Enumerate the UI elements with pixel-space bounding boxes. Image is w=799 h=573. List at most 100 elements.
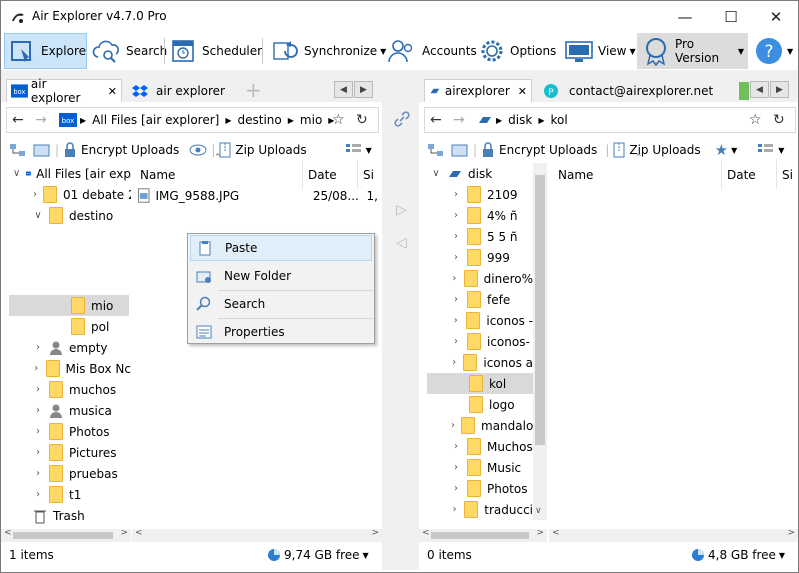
tree-item-disk[interactable]: ∨ disk — [431, 163, 541, 184]
chevron-down-icon[interactable]: ∨ — [33, 210, 43, 221]
breadcrumb-item[interactable]: destino — [238, 113, 282, 127]
chevron-right-icon[interactable]: › — [33, 405, 43, 416]
chevron-right-icon[interactable]: › — [451, 483, 461, 494]
tree-item-folder[interactable]: › 01 debate 2 — [33, 184, 131, 205]
column-header-date[interactable]: Date — [727, 168, 756, 182]
zip-uploads-toggle[interactable]: Zip Uploads — [235, 143, 306, 157]
chevron-right-icon[interactable]: › — [451, 294, 461, 305]
explore-button[interactable]: Explore — [4, 33, 87, 69]
tree-item-folder[interactable]: › Pictures — [33, 442, 131, 463]
tree-item-folder[interactable]: › traducci — [451, 499, 533, 520]
tree-item-trash[interactable]: Trash — [33, 505, 131, 526]
tree-item-folder[interactable]: › muchos — [33, 379, 131, 400]
chevron-right-icon[interactable]: › — [451, 315, 460, 326]
chevron-right-icon[interactable]: › — [451, 210, 461, 221]
left-status-free-space[interactable]: 9,74 GB free ▼ — [267, 541, 369, 569]
tree-item-folder[interactable]: › Photos — [33, 421, 131, 442]
tab-air-explorer-dropbox[interactable]: air explorer — [128, 79, 238, 102]
chevron-right-icon[interactable]: › — [451, 231, 461, 242]
tab-scroll-left-button[interactable]: ◀ — [334, 81, 353, 98]
chevron-down-icon[interactable]: ▼ — [731, 146, 737, 155]
chevron-down-icon[interactable]: ∨ — [431, 168, 441, 179]
view-mode-icon[interactable] — [757, 143, 775, 157]
tree-item-folder[interactable]: › Muchos — [451, 436, 533, 457]
chevron-right-icon[interactable]: › — [33, 489, 43, 500]
scheduler-button[interactable]: Scheduler — [166, 33, 262, 69]
chevron-right-icon[interactable]: › — [451, 252, 461, 263]
column-header-size[interactable]: Si — [363, 168, 374, 182]
forward-arrow-icon[interactable]: → — [453, 112, 465, 128]
tree-item-folder[interactable]: › 2109 — [451, 184, 533, 205]
chevron-right-icon[interactable]: › — [451, 462, 461, 473]
context-menu-new-folder[interactable]: New Folder — [190, 263, 372, 289]
synchronize-button[interactable]: Synchronize ▼ — [266, 33, 386, 69]
tree-item-all-files[interactable]: ∨ box All Files [air exp — [13, 163, 131, 184]
chevron-right-icon[interactable]: › — [451, 504, 458, 515]
context-menu-properties[interactable]: Properties — [190, 319, 372, 345]
chevron-right-icon[interactable]: › — [33, 447, 43, 458]
star-icon[interactable]: ☆ — [332, 112, 345, 128]
eye-icon[interactable] — [189, 143, 207, 157]
tree-item-folder-selected[interactable]: kol — [427, 373, 533, 394]
tree-item-folder[interactable]: logo — [469, 394, 533, 415]
tree-item-folder[interactable]: › dinero% — [451, 268, 533, 289]
add-tab-button[interactable]: + — [245, 78, 262, 102]
breadcrumb-item[interactable]: mio — [300, 113, 322, 127]
star-icon[interactable]: ☆ — [749, 112, 762, 128]
tree-item-folder[interactable]: › 5 5 ñ — [451, 226, 533, 247]
tab-air-explorer-box[interactable]: box air explorer ✕ — [6, 77, 122, 105]
tree-item-folder[interactable]: › Mis Box Nc — [33, 358, 131, 379]
tab-scroll-right-button[interactable]: ▶ — [770, 81, 789, 98]
view-button[interactable]: View ▼ — [560, 33, 636, 69]
accounts-button[interactable]: Accounts — [382, 33, 477, 69]
refresh-icon[interactable]: ↻ — [356, 112, 368, 128]
chevron-right-icon[interactable]: › — [33, 468, 43, 479]
right-tree-vscrollbar[interactable]: ∨ — [533, 163, 547, 520]
tree-item-folder[interactable]: › iconos a — [451, 352, 533, 373]
chevron-down-icon[interactable]: ▼ — [366, 146, 372, 155]
chevron-right-icon[interactable]: › — [451, 336, 461, 347]
chevron-right-icon[interactable]: › — [451, 189, 461, 200]
copy-right-arrow-icon[interactable]: ▷ — [396, 202, 407, 218]
chevron-right-icon[interactable]: › — [451, 273, 458, 284]
tab-scroll-left-button[interactable]: ◀ — [750, 81, 769, 98]
tree-item-folder[interactable]: pol — [71, 316, 131, 337]
chevron-right-icon[interactable]: › — [33, 426, 43, 437]
maximize-button[interactable]: ☐ — [708, 1, 754, 32]
forward-arrow-icon[interactable]: → — [35, 112, 47, 128]
refresh-icon[interactable]: ↻ — [773, 112, 785, 128]
close-tab-icon[interactable]: ✕ — [518, 85, 527, 98]
tree-item-folder[interactable]: › iconos- — [451, 331, 533, 352]
tree-item-folder[interactable]: › mandalo — [451, 415, 533, 436]
tree-item-folder[interactable]: › musica — [33, 400, 131, 421]
tree-item-folder[interactable]: › iconos - — [451, 310, 533, 331]
chevron-right-icon[interactable]: › — [451, 420, 455, 431]
right-status-free-space[interactable]: 4,8 GB free ▼ — [691, 541, 785, 569]
context-menu-search[interactable]: Search — [190, 291, 372, 317]
view-mode-icon[interactable] — [345, 143, 363, 157]
breadcrumb-item[interactable]: All Files [air explorer] — [92, 113, 219, 127]
breadcrumb-item[interactable]: kol — [550, 113, 567, 127]
tree-item-folder[interactable]: › Photos — [451, 478, 533, 499]
tree-item-folder[interactable]: › 4% ñ — [451, 205, 533, 226]
tree-item-folder[interactable]: › Music — [451, 457, 533, 478]
context-menu-paste[interactable]: Paste — [190, 235, 372, 261]
pro-version-button[interactable]: Pro Version ▼ — [637, 33, 748, 69]
tree-item-folder[interactable]: › pruebas — [33, 463, 131, 484]
tree-item-folder-selected[interactable]: mio — [9, 295, 129, 316]
folder-view-icon[interactable] — [451, 142, 469, 158]
column-header-date[interactable]: Date — [308, 168, 337, 182]
tab-scroll-right-button[interactable]: ▶ — [354, 81, 373, 98]
folder-view-icon[interactable] — [33, 142, 51, 158]
file-row[interactable]: IMG_9588.JPG 25/08... 1, — [138, 185, 378, 206]
tab-contact-pcloud[interactable]: P contact@airexplorer.net — [539, 79, 719, 102]
chevron-right-icon[interactable]: › — [33, 342, 43, 353]
chevron-down-icon[interactable]: ▼ — [778, 146, 784, 155]
search-button[interactable]: Search — [88, 33, 167, 69]
chevron-right-icon[interactable]: › — [451, 357, 457, 368]
back-arrow-icon[interactable]: ← — [430, 112, 442, 128]
close-tab-icon[interactable]: ✕ — [108, 85, 117, 98]
tree-item-folder[interactable]: › fefe — [451, 289, 533, 310]
tab-airexplorer-hubic[interactable]: airexplorer ✕ — [424, 79, 532, 102]
tree-item-folder[interactable]: ∨ destino — [33, 205, 131, 226]
